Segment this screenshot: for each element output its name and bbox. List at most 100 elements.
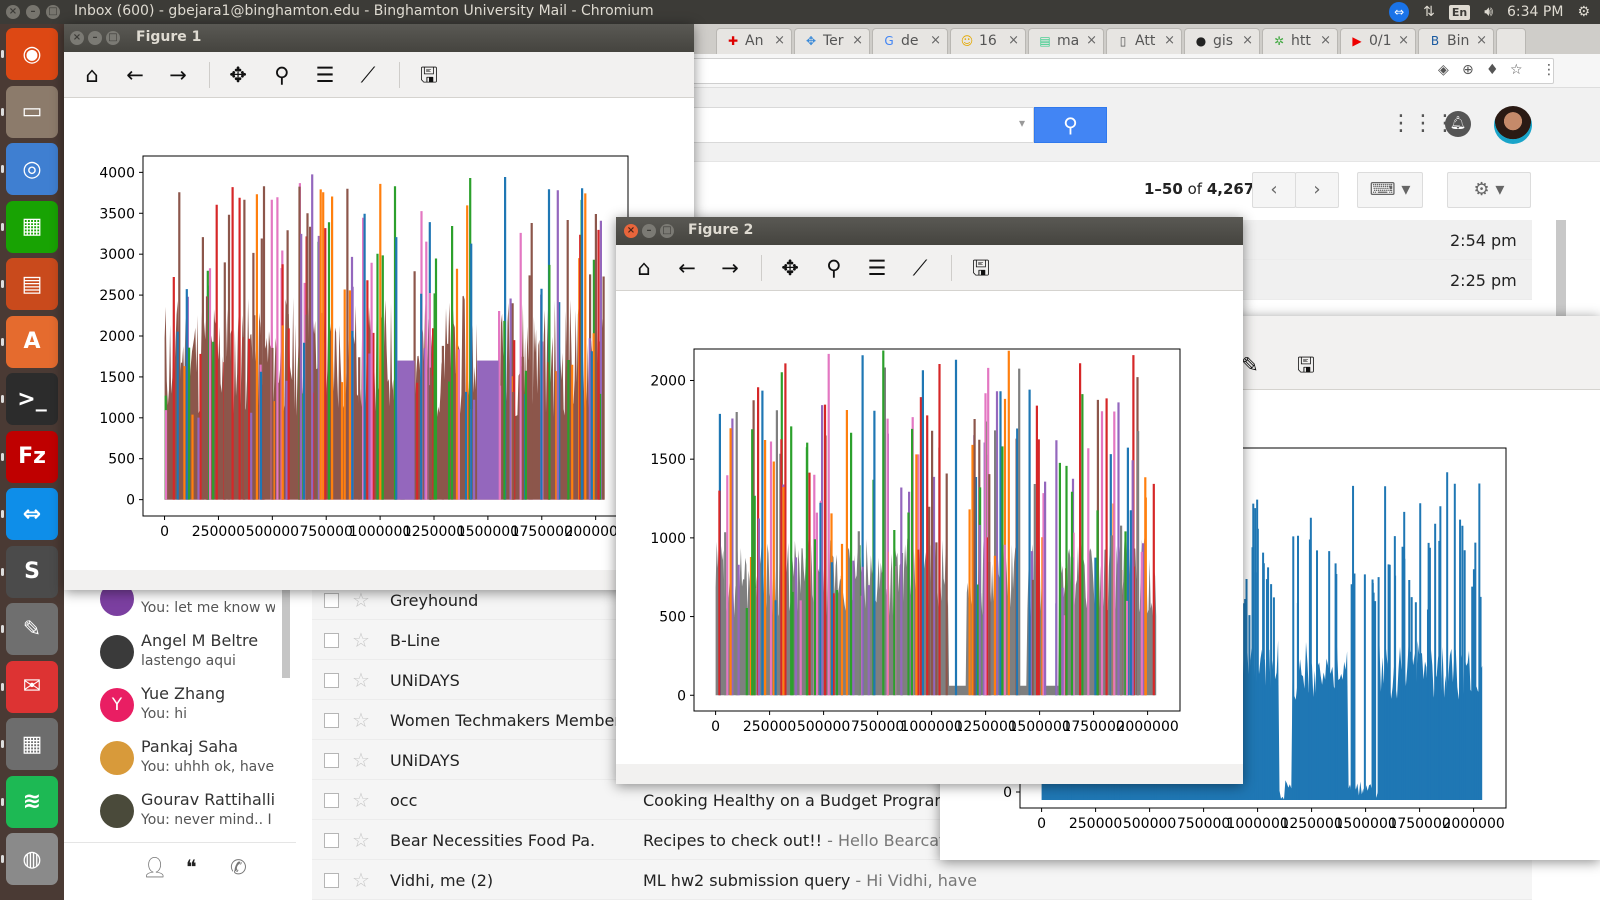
tab-close-icon[interactable]: ×: [1008, 33, 1019, 48]
email-checkbox[interactable]: [324, 873, 339, 888]
pdf-viewer-icon[interactable]: ✉: [1, 660, 58, 713]
tab-close-icon[interactable]: ×: [852, 33, 863, 48]
clock[interactable]: 6:34 PM: [1507, 4, 1563, 20]
figure2-axes-edit-icon[interactable]: ⟋: [906, 255, 934, 281]
bookmark-star-icon[interactable]: ☆: [1510, 62, 1523, 78]
figure1-subplots-icon[interactable]: ☰: [311, 62, 339, 88]
star-icon[interactable]: ☆: [352, 868, 370, 892]
search-options-chevron-icon[interactable]: ▾: [1019, 116, 1025, 130]
tab-close-icon[interactable]: ×: [1476, 33, 1487, 48]
contacts-person-icon[interactable]: 👤︎: [142, 855, 167, 879]
software-center-icon[interactable]: A: [1, 315, 58, 368]
tab-close-icon[interactable]: ×: [930, 33, 941, 48]
browser-tab[interactable]: ✲ htt ×: [1262, 28, 1338, 54]
tab-close-icon[interactable]: ×: [1398, 33, 1409, 48]
figure1-pan-icon[interactable]: ✥: [224, 62, 252, 88]
figure1-zoom-icon[interactable]: ⚲: [268, 62, 296, 88]
tab-close-icon[interactable]: ×: [1086, 33, 1097, 48]
teamviewer-icon[interactable]: ⇔: [1, 488, 58, 540]
network-icon[interactable]: ⇅: [1423, 4, 1435, 20]
spreadsheet-icon[interactable]: ▦: [1, 200, 58, 253]
apps-grid-icon[interactable]: ⋮⋮⋮: [1390, 112, 1456, 136]
figure2-canvas[interactable]: 0 250000 500000 750000 1000000 1250000 1500000…: [616, 291, 1243, 764]
figure1-maximize-icon[interactable]: □: [106, 31, 120, 45]
browser-tab[interactable]: ▯ Att ×: [1106, 28, 1182, 54]
browser-menu-icon[interactable]: ⋮: [1542, 62, 1556, 78]
account-avatar[interactable]: [1494, 106, 1532, 144]
search-button[interactable]: ⚲: [1034, 107, 1107, 143]
teamviewer-tray-icon[interactable]: ⇔: [1389, 2, 1410, 22]
browser-tab[interactable]: ▤ ma ×: [1028, 28, 1104, 54]
star-icon[interactable]: ☆: [352, 748, 370, 772]
hangouts-contact[interactable]: Angel M Beltre lastengo aqui: [64, 629, 296, 682]
hangouts-contact[interactable]: Y Yue Zhang You: hi: [64, 682, 296, 735]
figure1-save-icon[interactable]: 🖫: [415, 62, 443, 88]
email-checkbox[interactable]: [324, 713, 339, 728]
browser-tab[interactable]: ✚ An ×: [716, 28, 792, 54]
tab-close-icon[interactable]: ×: [1242, 33, 1253, 48]
terminal-icon[interactable]: >_: [1, 373, 58, 425]
figure2-forward-arrow-icon[interactable]: →: [716, 255, 744, 281]
tab-close-icon[interactable]: ×: [774, 33, 785, 48]
phone-call-icon[interactable]: ✆: [230, 855, 247, 879]
figure1-minimize-icon[interactable]: –: [88, 31, 102, 45]
newer-page-button[interactable]: ‹: [1252, 172, 1296, 208]
disk-icon[interactable]: ◍: [1, 833, 58, 885]
browser-tab[interactable]: Gde ×: [872, 28, 948, 54]
files-icon[interactable]: ▭: [1, 85, 58, 138]
sublime-icon[interactable]: S: [1, 545, 58, 598]
tab-close-icon[interactable]: ×: [1320, 33, 1331, 48]
email-list-scrollbar[interactable]: [1556, 220, 1566, 316]
figure2-pan-icon[interactable]: ✥: [776, 255, 804, 281]
figure2-zoom-icon[interactable]: ⚲: [820, 255, 848, 281]
hide-icon[interactable]: ◈: [1438, 62, 1449, 78]
star-icon[interactable]: ☆: [352, 628, 370, 652]
browser-tab[interactable]: ▶ 0/1 ×: [1340, 28, 1416, 54]
browser-tab[interactable]: B Bin ×: [1418, 28, 1494, 54]
browser-tab[interactable]: ☺ 16 ×: [950, 28, 1026, 54]
figure2-save-icon[interactable]: 🖫: [967, 255, 995, 281]
email-checkbox[interactable]: [324, 673, 339, 688]
notifications-bell-icon[interactable]: 🔔︎: [1445, 111, 1471, 137]
star-icon[interactable]: ☆: [352, 668, 370, 692]
email-checkbox[interactable]: [324, 793, 339, 808]
hangouts-contact[interactable]: Gourav Rattihalli You: never mind.. I fou: [64, 788, 296, 841]
tab-close-icon[interactable]: ×: [1164, 33, 1175, 48]
figure2-subplots-icon[interactable]: ☰: [863, 255, 891, 281]
star-icon[interactable]: ☆: [352, 828, 370, 852]
figure2-minimize-icon[interactable]: –: [642, 224, 656, 238]
hangouts-scrollbar[interactable]: [282, 590, 290, 678]
figure1-canvas[interactable]: 0 250000 500000 750000 1000000 1250000 1500000…: [64, 98, 694, 570]
figure1-forward-arrow-icon[interactable]: →: [164, 62, 192, 88]
star-icon[interactable]: ☆: [352, 588, 370, 612]
settings-button[interactable]: ⚙ ▾: [1447, 172, 1531, 208]
browser-tab[interactable]: ● gis ×: [1184, 28, 1260, 54]
chromium-icon[interactable]: ◎: [1, 143, 58, 195]
figure2-home-icon[interactable]: ⌂: [630, 255, 658, 281]
hangouts-chat-icon[interactable]: ❝: [186, 855, 197, 879]
figure2-close-icon[interactable]: ×: [624, 224, 638, 238]
figure2-maximize-icon[interactable]: □: [660, 224, 674, 238]
mail-search-input[interactable]: ▾: [684, 107, 1034, 143]
figure1-axes-edit-icon[interactable]: ⟋: [354, 62, 382, 88]
filezilla-icon[interactable]: Fz: [1, 430, 58, 483]
text-editor-icon[interactable]: ✎: [1, 603, 58, 655]
close-icon[interactable]: ×: [6, 5, 20, 19]
settings-gear-icon[interactable]: ⚙: [1577, 4, 1590, 20]
calculator-icon[interactable]: ▦: [1, 718, 58, 770]
volume-icon[interactable]: 🔊︎: [1484, 4, 1493, 20]
figure2-back-arrow-icon[interactable]: ←: [673, 255, 701, 281]
email-row[interactable]: ☆ Vidhi, me (2) ML hw2 submission query - …: [312, 860, 1532, 900]
star-icon[interactable]: ☆: [352, 788, 370, 812]
hangouts-contact[interactable]: Pankaj Saha You: uhhh ok, have fu: [64, 735, 296, 788]
older-page-button[interactable]: ›: [1295, 172, 1339, 208]
input-tools-button[interactable]: ⌨ ▾: [1357, 172, 1423, 208]
minimize-icon[interactable]: –: [26, 5, 40, 19]
zoom-icon[interactable]: ⊕: [1462, 62, 1474, 78]
email-checkbox[interactable]: [324, 833, 339, 848]
figure1-back-arrow-icon[interactable]: ←: [121, 62, 149, 88]
ubuntu-dash-icon[interactable]: ◉: [1, 28, 58, 80]
figure3-save-icon[interactable]: 🖫: [1292, 352, 1320, 378]
keyboard-language-indicator[interactable]: En: [1448, 4, 1471, 20]
figure1-close-icon[interactable]: ×: [70, 31, 84, 45]
